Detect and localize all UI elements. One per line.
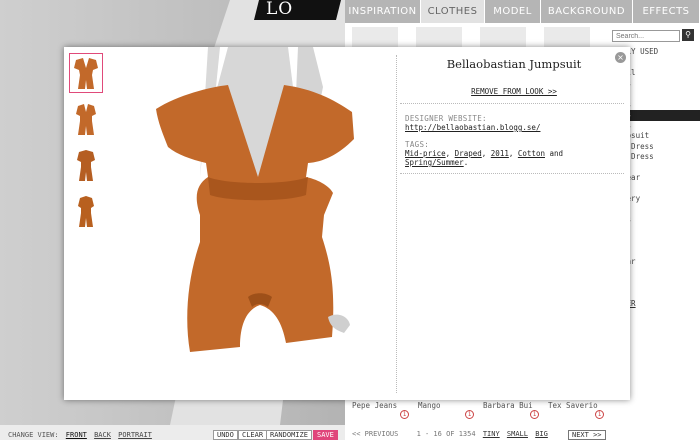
logo[interactable]: LO xyxy=(266,0,293,19)
brand-label[interactable]: Mango xyxy=(418,401,441,410)
vertical-divider xyxy=(396,55,397,393)
brand-label[interactable]: Barbara Bui xyxy=(483,401,533,410)
tab-clothes[interactable]: CLOTHES xyxy=(421,0,485,23)
designer-website-label: DESIGNER WEBSITE: xyxy=(405,114,487,123)
tags-label: TAGS: xyxy=(405,140,430,149)
tab-model[interactable]: MODEL xyxy=(485,0,541,23)
divider xyxy=(400,103,624,104)
tab-background[interactable]: BACKGROUND xyxy=(541,0,633,23)
product-image xyxy=(108,47,396,400)
product-view-thumbnail[interactable] xyxy=(69,145,103,185)
tag-separator: , xyxy=(508,149,518,158)
randomize-button[interactable]: RANDOMIZE xyxy=(266,430,312,440)
product-title: Bellaobastian Jumpsuit xyxy=(446,57,582,71)
view-portrait-link[interactable]: PORTRAIT xyxy=(118,431,152,439)
tag-separator: , xyxy=(445,149,455,158)
tags-list: Mid-price, Draped, 2011, Cotton and xyxy=(405,149,563,158)
undo-button[interactable]: UNDO xyxy=(213,430,238,440)
tag-separator: , xyxy=(481,149,491,158)
size-big-link[interactable]: BIG xyxy=(535,430,548,438)
tag-link[interactable]: Cotton xyxy=(518,149,545,158)
info-badge-icon[interactable]: 1 xyxy=(595,410,604,419)
info-badge-icon[interactable]: 1 xyxy=(400,410,409,419)
brand-row: Pepe Jeans 1 Mango 1 Barbara Bui 1 Tex S… xyxy=(352,401,612,421)
view-back-link[interactable]: BACK xyxy=(94,431,111,439)
search-input[interactable] xyxy=(612,30,680,42)
clear-button[interactable]: CLEAR xyxy=(238,430,268,440)
next-button[interactable]: NEXT >> xyxy=(568,430,606,440)
remove-from-look-link[interactable]: REMOVE FROM LOOK >> xyxy=(408,87,620,96)
change-view-label: CHANGE VIEW: xyxy=(8,431,59,439)
tags-end: . xyxy=(463,158,469,167)
tag-and: and xyxy=(549,149,564,158)
tag-link[interactable]: Spring/Summer xyxy=(405,158,464,167)
search-icon[interactable]: ⚲ xyxy=(682,29,694,41)
tab-effects[interactable]: EFFECTS xyxy=(633,0,700,23)
size-small-link[interactable]: SMALL xyxy=(507,430,528,438)
clothes-thumbnail[interactable] xyxy=(416,27,462,49)
clothes-thumbnail[interactable] xyxy=(544,27,590,49)
product-view-thumbnails xyxy=(69,53,105,237)
brand-label[interactable]: Pepe Jeans xyxy=(352,401,397,410)
view-front-link[interactable]: FRONT xyxy=(66,431,87,439)
tag-link[interactable]: Mid-price xyxy=(405,149,446,158)
clothes-grid-top-row xyxy=(352,27,607,49)
divider xyxy=(400,173,624,174)
category-tabs: INSPIRATION CLOTHES MODEL BACKGROUND EFF… xyxy=(345,0,700,23)
tags-list-cont: Spring/Summer. xyxy=(405,158,468,167)
info-badge-icon[interactable]: 1 xyxy=(530,410,539,419)
tag-link[interactable]: 2011 xyxy=(491,149,509,158)
tag-link[interactable]: Draped xyxy=(455,149,482,158)
change-view: CHANGE VIEW: FRONT BACK PORTRAIT xyxy=(8,431,152,439)
page-range: 1 - 16 OF 1354 xyxy=(416,430,476,438)
clothes-thumbnail[interactable] xyxy=(480,27,526,49)
save-button[interactable]: SAVE xyxy=(313,430,338,440)
product-view-thumbnail[interactable] xyxy=(69,99,103,139)
pagination: << PREVIOUS 1 - 16 OF 1354 TINY SMALL BI… xyxy=(352,430,548,438)
clothes-thumbnail[interactable] xyxy=(352,27,398,49)
tab-inspiration[interactable]: INSPIRATION xyxy=(345,0,421,23)
designer-website-link[interactable]: http://bellaobastian.blogg.se/ xyxy=(405,123,540,132)
product-view-thumbnail-active[interactable] xyxy=(69,53,103,93)
previous-link[interactable]: << PREVIOUS xyxy=(352,430,398,438)
product-detail-modal: × Bellaobastian Jumpsuit REMOVE FROM LOO… xyxy=(64,47,630,400)
info-badge-icon[interactable]: 1 xyxy=(465,410,474,419)
product-view-thumbnail[interactable] xyxy=(69,191,103,231)
size-tiny-link[interactable]: TINY xyxy=(483,430,500,438)
brand-label[interactable]: Tex Saverio xyxy=(548,401,598,410)
